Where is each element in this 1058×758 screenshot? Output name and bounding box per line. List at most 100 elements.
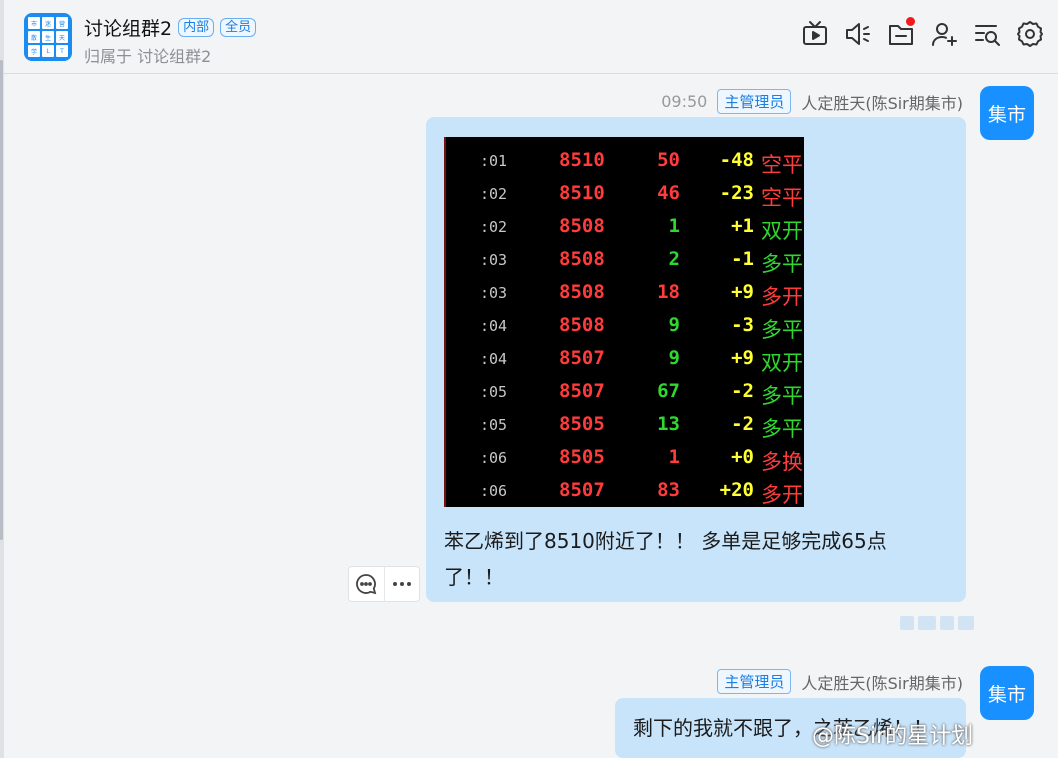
stock-type: 多平 — [761, 384, 803, 408]
stock-volume: 46 — [657, 182, 680, 204]
message-meta: 09:50 主管理员 人定胜天(陈Sir期集市) — [661, 89, 963, 114]
more-button[interactable] — [383, 567, 420, 601]
stock-row: :02 8510 46 -23 空平 — [446, 178, 804, 211]
avatar-char: 散 — [28, 31, 40, 43]
stock-time: :06 — [480, 449, 508, 467]
sender-name[interactable]: 人定胜天(陈Sir期集市) — [801, 670, 963, 694]
stock-volume: 9 — [668, 347, 680, 369]
stock-type: 多平 — [761, 318, 803, 342]
left-scroll-edge — [0, 0, 4, 758]
stock-change: +0 — [731, 446, 754, 468]
stock-type: 空平 — [761, 153, 803, 177]
stock-change: -23 — [719, 182, 754, 204]
stock-row: :06 8505 1 +0 多换 — [446, 442, 804, 475]
stock-time: :05 — [480, 416, 508, 434]
role-badge: 主管理员 — [717, 669, 792, 694]
tv-icon[interactable] — [801, 20, 829, 48]
add-user-icon[interactable] — [930, 20, 958, 48]
stock-change: -48 — [719, 149, 754, 171]
stock-volume: 67 — [657, 380, 680, 402]
stock-volume: 83 — [657, 479, 680, 501]
role-badge: 主管理员 — [717, 89, 792, 114]
stock-time: :05 — [480, 383, 508, 401]
message-text-line: 苯乙烯到了8510附近了！！ 多单是足够完成65点 — [444, 529, 887, 553]
stock-price: 8510 — [559, 182, 605, 204]
stock-price: 8508 — [559, 248, 605, 270]
stock-price: 8507 — [559, 347, 605, 369]
stock-tick-image[interactable]: :01 8510 50 -48 空平 :02 8510 46 -23 空平 :02 8508 1 +1 双开… — [444, 137, 804, 507]
stock-change: -2 — [731, 413, 754, 435]
stock-time: :04 — [480, 317, 508, 335]
stock-volume: 1 — [668, 215, 680, 237]
header-toolbar — [801, 17, 1044, 48]
sender-name[interactable]: 人定胜天(陈Sir期集市) — [801, 90, 963, 114]
chat-header: 市 迷 营 散 生 天 学 L T 讨论组群2 内部 全员 归属于 讨论组群2 — [4, 0, 1058, 74]
tag-all-members: 全员 — [220, 18, 257, 37]
stock-time: :02 — [480, 185, 508, 203]
stock-time: :04 — [480, 350, 508, 368]
stock-price: 8508 — [559, 215, 605, 237]
stock-row: :03 8508 2 -1 多平 — [446, 244, 804, 277]
group-title[interactable]: 讨论组群2 — [84, 14, 172, 41]
group-subtitle: 归属于 讨论组群2 — [84, 47, 212, 66]
gear-icon[interactable] — [1016, 20, 1044, 48]
avatar-char: 天 — [56, 31, 68, 43]
stock-change: +9 — [731, 281, 754, 303]
watermark: @陈Sir的星计划 — [812, 718, 973, 750]
message-text-line: 了！！ — [444, 565, 504, 589]
avatar-char: 生 — [42, 31, 54, 43]
stock-change: +20 — [719, 479, 754, 501]
stock-price: 8508 — [559, 314, 605, 336]
avatar-char: 迷 — [42, 17, 54, 29]
speaker-icon[interactable] — [844, 20, 872, 48]
reply-button[interactable] — [349, 567, 384, 601]
avatar-char: T — [56, 45, 68, 57]
stock-volume: 1 — [668, 446, 680, 468]
stock-row: :05 8505 13 -2 多平 — [446, 409, 804, 442]
stock-price: 8507 — [559, 380, 605, 402]
notification-dot — [906, 17, 915, 26]
stock-time: :03 — [480, 284, 508, 302]
stock-type: 多换 — [761, 450, 803, 474]
stock-row: :02 8508 1 +1 双开 — [446, 211, 804, 244]
stock-time: :02 — [480, 218, 508, 236]
stock-price: 8505 — [559, 413, 605, 435]
stock-change: +9 — [731, 347, 754, 369]
stock-row: :05 8507 67 -2 多平 — [446, 376, 804, 409]
avatar-char: 学 — [28, 45, 40, 57]
stock-volume: 13 — [657, 413, 680, 435]
stock-volume: 50 — [657, 149, 680, 171]
stock-type: 空平 — [761, 186, 803, 210]
sender-avatar[interactable]: 集市 — [980, 86, 1034, 140]
stock-price: 8507 — [559, 479, 605, 501]
scrollbar[interactable] — [0, 60, 3, 540]
message-time: 09:50 — [661, 92, 708, 111]
comment-icon — [356, 574, 377, 595]
stock-volume: 9 — [668, 314, 680, 336]
stock-time: :01 — [480, 152, 508, 170]
message-actions — [348, 566, 420, 602]
avatar-char: L — [42, 45, 54, 57]
stock-price: 8510 — [559, 149, 605, 171]
stock-type: 双开 — [761, 219, 803, 243]
stock-type: 多平 — [761, 252, 803, 276]
stock-change: +1 — [731, 215, 754, 237]
stock-change: -3 — [731, 314, 754, 336]
stock-type: 双开 — [761, 351, 803, 375]
folder-icon[interactable] — [887, 17, 915, 48]
stock-volume: 18 — [657, 281, 680, 303]
stock-row: :04 8508 9 -3 多平 — [446, 310, 804, 343]
stock-price: 8508 — [559, 281, 605, 303]
sender-avatar[interactable]: 集市 — [980, 666, 1034, 720]
stock-type: 多平 — [761, 417, 803, 441]
stock-change: -1 — [731, 248, 754, 270]
stock-row: :01 8510 50 -48 空平 — [446, 145, 804, 178]
stock-row: :03 8508 18 +9 多开 — [446, 277, 804, 310]
watermark-text: @陈Sir的星计划 — [812, 724, 974, 749]
message-meta: 主管理员 人定胜天(陈Sir期集市) — [717, 669, 963, 694]
message-bubble[interactable]: :01 8510 50 -48 空平 :02 8510 46 -23 空平 :02 8508 1 +1 双开… — [426, 117, 966, 602]
group-avatar[interactable]: 市 迷 营 散 生 天 学 L T — [24, 13, 72, 61]
stock-time: :06 — [480, 482, 508, 500]
search-list-icon[interactable] — [973, 20, 1001, 48]
more-dots-icon — [392, 582, 411, 586]
